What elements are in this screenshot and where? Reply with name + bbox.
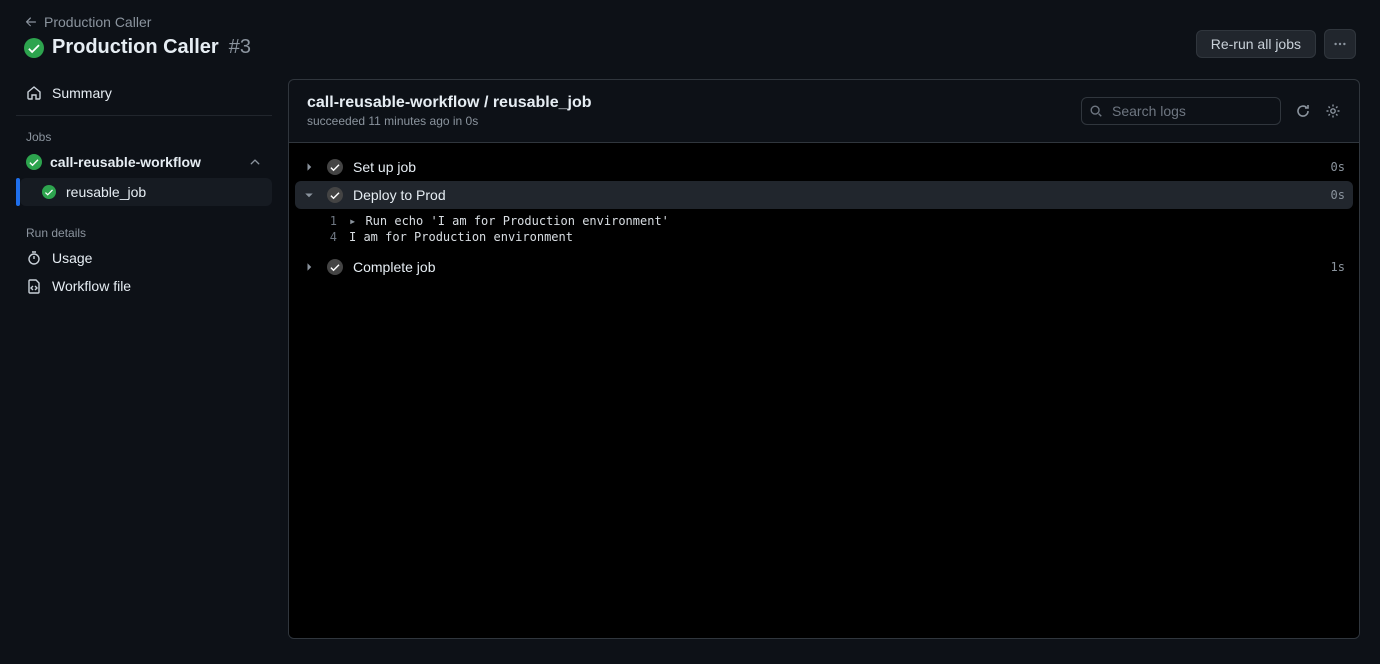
chevron-right-icon: [303, 261, 317, 273]
sidebar-workflow-file[interactable]: Workflow file: [16, 272, 272, 300]
search-logs-input[interactable]: [1081, 97, 1281, 125]
divider: [16, 115, 272, 116]
step-row[interactable]: Deploy to Prod 0s: [295, 181, 1353, 209]
rerun-all-label: Re-run all jobs: [1211, 36, 1301, 52]
settings-button[interactable]: [1325, 103, 1341, 119]
step-row[interactable]: Set up job 0s: [289, 153, 1359, 181]
log-line: 4 I am for Production environment: [289, 229, 1359, 245]
step-duration: 0s: [1331, 188, 1345, 202]
more-actions-button[interactable]: [1324, 29, 1356, 59]
sidebar-usage-label: Usage: [52, 250, 92, 266]
log-panel: call-reusable-workflow / reusable_job su…: [288, 79, 1360, 639]
line-number: 1: [303, 214, 337, 228]
sidebar-summary-label: Summary: [52, 85, 112, 101]
workflow-title: Production Caller: [52, 36, 219, 59]
kebab-icon: [1333, 36, 1347, 52]
sidebar-workflow-file-label: Workflow file: [52, 278, 131, 294]
sidebar-rundetails-heading: Run details: [16, 220, 272, 244]
sidebar-jobs-heading: Jobs: [16, 124, 272, 148]
chevron-right-icon: [303, 161, 317, 173]
check-circle-icon: [327, 187, 343, 203]
step-duration: 1s: [1331, 260, 1345, 274]
home-icon: [26, 85, 42, 101]
page-title: Production Caller #3: [24, 36, 251, 59]
sidebar: Summary Jobs call-reusable-workflow reus…: [0, 67, 288, 659]
line-number: 4: [303, 230, 337, 244]
sidebar-workflow-group[interactable]: call-reusable-workflow: [16, 148, 272, 176]
chevron-up-icon: [248, 155, 262, 169]
sidebar-job-reusable[interactable]: reusable_job: [20, 178, 272, 206]
sync-icon: [1295, 103, 1311, 119]
sidebar-summary[interactable]: Summary: [16, 79, 272, 107]
check-circle-icon: [24, 38, 44, 58]
check-circle-icon: [42, 185, 56, 199]
step-name: Deploy to Prod: [353, 187, 1321, 203]
check-circle-icon: [327, 259, 343, 275]
job-subtitle: succeeded 11 minutes ago in 0s: [307, 114, 592, 128]
arrow-left-icon: [24, 15, 38, 29]
sidebar-job-label: reusable_job: [66, 184, 146, 200]
log-line: 1 ▸ Run echo 'I am for Production environ…: [289, 213, 1359, 229]
step-name: Set up job: [353, 159, 1321, 175]
step-name: Complete job: [353, 259, 1321, 275]
back-link[interactable]: Production Caller: [24, 14, 151, 30]
stopwatch-icon: [26, 250, 42, 266]
log-lines: 1 ▸ Run echo 'I am for Production environ…: [289, 209, 1359, 253]
rerun-all-button[interactable]: Re-run all jobs: [1196, 30, 1316, 58]
back-link-label: Production Caller: [44, 14, 151, 30]
line-text: ▸ Run echo 'I am for Production environm…: [349, 214, 669, 228]
step-row[interactable]: Complete job 1s: [289, 253, 1359, 281]
line-text: I am for Production environment: [349, 230, 573, 244]
job-title: call-reusable-workflow / reusable_job: [307, 94, 592, 112]
step-duration: 0s: [1331, 160, 1345, 174]
chevron-down-icon: [303, 189, 317, 201]
refresh-button[interactable]: [1295, 103, 1311, 119]
run-number: #3: [229, 36, 251, 59]
check-circle-icon: [327, 159, 343, 175]
gear-icon: [1325, 103, 1341, 119]
file-code-icon: [26, 278, 42, 294]
sidebar-usage[interactable]: Usage: [16, 244, 272, 272]
search-icon: [1089, 104, 1103, 118]
check-circle-icon: [26, 154, 42, 170]
sidebar-workflow-label: call-reusable-workflow: [50, 154, 201, 170]
